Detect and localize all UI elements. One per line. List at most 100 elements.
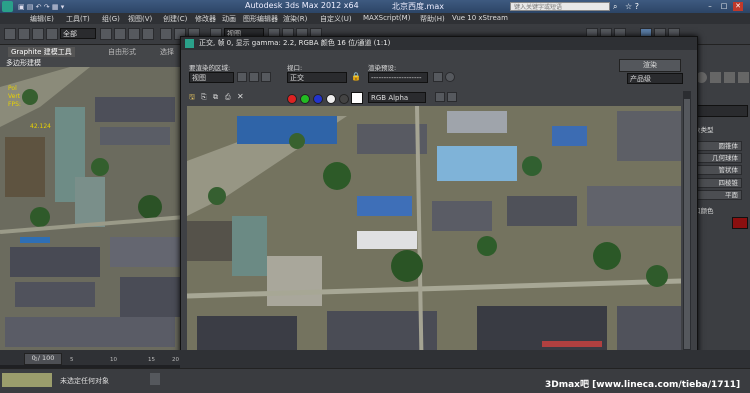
menu-rendering[interactable]: 渲染(R) — [283, 14, 307, 24]
select-by-name-icon[interactable] — [114, 28, 126, 40]
select-object-icon[interactable] — [100, 28, 112, 40]
geosphere-button[interactable]: 几何球体 — [696, 153, 742, 163]
plane-button[interactable]: 平面 — [696, 190, 742, 200]
ribbon-tab-graphite[interactable]: Graphite 建模工具 — [8, 47, 75, 57]
menu-customize[interactable]: 自定义(U) — [320, 14, 352, 24]
menu-group[interactable]: 组(G) — [102, 14, 120, 24]
menu-create[interactable]: 创建(C) — [163, 14, 187, 24]
swatch-box[interactable] — [351, 92, 363, 104]
quick-access-toolbar[interactable]: ▣ ▤ ↶ ↷ ▦ ▾ — [18, 3, 168, 11]
channel-display-dropdown[interactable]: RGB Alpha — [368, 92, 426, 103]
rect-selection-icon[interactable] — [128, 28, 140, 40]
copy-image-icon[interactable]: ⎘ — [201, 93, 207, 102]
timeline-tick-10: 10 — [110, 357, 117, 363]
render-window-icon — [185, 39, 194, 48]
menu-vue[interactable]: Vue 10 xStream — [452, 14, 508, 22]
viewport-fps-value: 42.124 — [30, 123, 51, 130]
menu-bar: 编辑(E) 工具(T) 组(G) 视图(V) 创建(C) 修改器 动画 图形编辑… — [0, 13, 750, 24]
lock-icon[interactable]: 🔒 — [351, 72, 361, 81]
timeline[interactable]: 0 / 100 0 5 10 15 20 — [0, 350, 750, 368]
toggle-ui-overlay-icon[interactable] — [435, 92, 445, 102]
timeline-tick-15: 15 — [148, 357, 155, 363]
viewport-stat-poly: Pol — [8, 85, 17, 92]
render-window-title-text: 正交, 帧 0, 显示 gamma: 2.2, RGBA 颜色 16 位/通道 … — [199, 39, 391, 47]
move-icon[interactable] — [160, 28, 172, 40]
mono-channel-icon[interactable] — [339, 94, 349, 104]
ribbon-tab-selection[interactable]: 选择 — [160, 47, 174, 57]
help-icon[interactable]: ☆ ? — [625, 2, 639, 11]
menu-animation[interactable]: 动画 — [222, 14, 236, 24]
clone-window-icon[interactable]: ⧉ — [213, 93, 218, 102]
viewport-aerial-image — [0, 67, 185, 350]
file-name: 北京西度.max — [392, 2, 444, 11]
render-preset-dropdown[interactable]: -------------------- — [368, 72, 428, 83]
menu-maxscript[interactable]: MAXScript(M) — [363, 14, 410, 22]
viewport-label: 视口: — [287, 64, 303, 72]
watermark-text: 3Dmax吧 [www.lineca.com/tieba/1711] — [545, 380, 741, 390]
command-dropdown[interactable] — [696, 105, 748, 117]
alpha-channel-icon[interactable] — [326, 94, 336, 104]
link-icon[interactable] — [32, 28, 44, 40]
maximize-button[interactable]: □ — [719, 2, 729, 11]
hierarchy-tab-icon[interactable] — [724, 72, 735, 83]
print-icon[interactable]: ⎙ — [225, 93, 231, 102]
utilities-tab-icon[interactable] — [710, 72, 721, 83]
render-setup-small-icon[interactable] — [433, 72, 443, 82]
render-window-title: 正交, 帧 0, 显示 gamma: 2.2, RGBA 颜色 16 位/通道 … — [181, 37, 697, 50]
menu-views[interactable]: 视图(V) — [128, 14, 152, 24]
render-area-label: 要渲染的区域: — [189, 64, 231, 72]
product-level-dropdown[interactable]: 产品级 — [627, 73, 683, 84]
time-slider[interactable]: 0 / 100 — [24, 353, 62, 365]
redo-icon[interactable] — [18, 28, 30, 40]
close-button[interactable]: ✕ — [733, 2, 743, 11]
menu-tools[interactable]: 工具(T) — [66, 14, 90, 24]
region-crop-icon[interactable] — [261, 72, 271, 82]
selection-filter-dropdown[interactable]: 全部 — [60, 28, 96, 39]
menu-edit[interactable]: 编辑(E) — [30, 14, 54, 24]
menu-modifiers[interactable]: 修改器 — [195, 14, 216, 24]
green-channel-icon[interactable] — [300, 94, 310, 104]
window-crossing-icon[interactable] — [142, 28, 154, 40]
auto-region-icon[interactable] — [249, 72, 259, 82]
rendered-frame-window[interactable]: 正交, 帧 0, 显示 gamma: 2.2, RGBA 颜色 16 位/通道 … — [180, 36, 698, 386]
title-bar: ▣ ▤ ↶ ↷ ▦ ▾ Autodesk 3ds Max 2012 x64 北京… — [0, 0, 750, 13]
unlink-icon[interactable] — [46, 28, 58, 40]
app-title: Autodesk 3ds Max 2012 x64 — [245, 1, 359, 10]
pyramid-button[interactable]: 四棱锥 — [696, 178, 742, 188]
app-logo-icon[interactable] — [2, 1, 13, 12]
lock-selection-icon[interactable] — [150, 373, 160, 385]
red-channel-icon[interactable] — [287, 94, 297, 104]
edit-region-icon[interactable] — [237, 72, 247, 82]
perspective-viewport[interactable]: Pol Vert FPS: 42.124 — [0, 67, 185, 350]
graphite-ribbon: Graphite 建模工具 自由形式 选择 多边形建模 — [0, 45, 190, 67]
vertical-scroll-thumb[interactable] — [684, 99, 690, 349]
object-color-swatch[interactable] — [732, 217, 748, 229]
render-button[interactable]: 渲染 — [619, 59, 681, 72]
blue-channel-icon[interactable] — [313, 94, 323, 104]
toggle-ui-icon[interactable] — [447, 92, 457, 102]
maxscript-listener-box[interactable] — [2, 373, 52, 387]
minimize-button[interactable]: – — [705, 2, 715, 11]
motion-tab-icon[interactable] — [738, 72, 749, 83]
menu-graph-editors[interactable]: 图形编辑器 — [243, 14, 278, 24]
command-panel-tabs[interactable] — [696, 72, 749, 84]
search-input[interactable]: 键入关键字或短语 — [510, 2, 610, 11]
ribbon-tab-freeform[interactable]: 自由形式 — [108, 47, 136, 57]
tube-button[interactable]: 管状体 — [696, 165, 742, 175]
timeline-tick-5: 5 — [70, 357, 74, 363]
render-area-dropdown[interactable]: 视图 — [189, 72, 234, 83]
save-image-icon[interactable]: 🖫 — [189, 93, 195, 104]
search-icon[interactable]: ⌕ — [613, 2, 617, 12]
render-preset-label: 渲染预设: — [368, 64, 397, 72]
viewport-dropdown[interactable]: 正交 — [287, 72, 347, 83]
status-message: 未选定任何对象 — [60, 377, 109, 385]
environment-icon[interactable] — [445, 72, 455, 82]
menu-help[interactable]: 帮助(H) — [420, 14, 445, 24]
clear-icon[interactable]: ✕ — [237, 92, 244, 101]
rendered-image — [187, 106, 681, 386]
undo-icon[interactable] — [4, 28, 16, 40]
cone-button[interactable]: 圆锥体 — [696, 141, 742, 151]
command-panel: 象类型 圆锥体 几何球体 管状体 四棱锥 平面 和颜色 — [690, 45, 750, 350]
vertical-scrollbar[interactable] — [683, 91, 691, 385]
aerial-map-render — [187, 106, 681, 386]
